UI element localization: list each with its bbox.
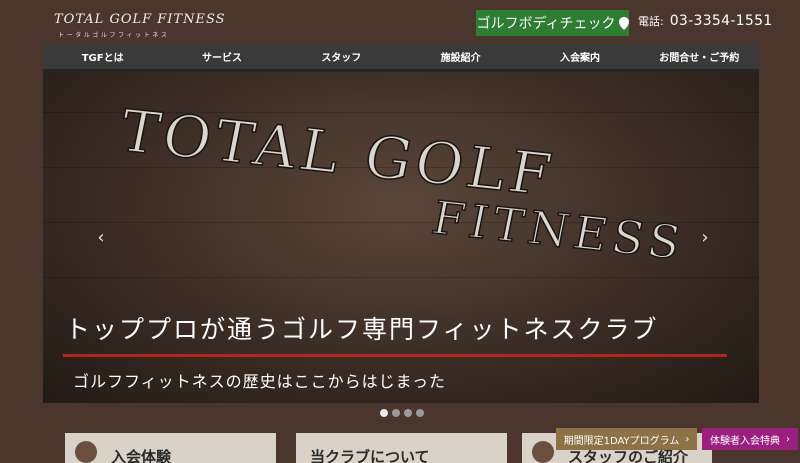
- nav-item-contact[interactable]: お問合せ・ご予約: [640, 44, 759, 69]
- slider-prev-icon[interactable]: ‹: [91, 227, 111, 248]
- trial-benefit-label: 体験者入会特典: [710, 435, 780, 447]
- nav-item-about[interactable]: TGFとは: [43, 44, 162, 69]
- slider-next-icon[interactable]: ›: [695, 227, 715, 248]
- nav-item-membership[interactable]: 入会案内: [520, 44, 639, 69]
- phone-label: 電話:: [638, 15, 664, 28]
- slider-pagination: [380, 409, 424, 417]
- person-photo: [532, 441, 554, 463]
- oneday-program-button[interactable]: 期間限定1DAYプログラム ›: [556, 428, 697, 450]
- phone-contact[interactable]: 電話: 03-3354-1551: [638, 13, 773, 29]
- logo-text: TOTAL GOLF FITNESS: [54, 12, 226, 27]
- card-about-club[interactable]: 当クラブについて: [296, 433, 507, 463]
- hero-divider: [63, 354, 727, 357]
- hero-subtitle: ゴルフフィットネスの歴史はここからはじまった: [73, 372, 447, 391]
- main-nav: TGFとは サービス スタッフ 施設紹介 入会案内 お問合せ・ご予約: [43, 44, 759, 72]
- slider-dot[interactable]: [404, 409, 412, 417]
- person-photo: [75, 441, 97, 463]
- golf-body-check-label: ゴルフボディチェック: [476, 16, 616, 32]
- chevron-right-icon: ›: [786, 433, 790, 445]
- site-logo[interactable]: TOTAL GOLF FITNESS トータルゴルフフィットネス: [54, 12, 225, 42]
- sign-line1: TOTAL GOLF: [121, 96, 554, 209]
- phone-number[interactable]: 03-3354-1551: [670, 13, 773, 29]
- slider-dot[interactable]: [380, 409, 388, 417]
- logo-subtext: トータルゴルフフィットネス: [58, 32, 170, 39]
- hero-title: トッププロが通うゴルフ専門フィットネスクラブ: [65, 315, 659, 344]
- card-about-label: 当クラブについて: [310, 448, 430, 463]
- oneday-program-label: 期間限定1DAYプログラム: [563, 435, 680, 447]
- chevron-right-icon: ›: [685, 433, 690, 445]
- slider-dot[interactable]: [392, 409, 400, 417]
- slider-dot[interactable]: [416, 409, 424, 417]
- card-trial[interactable]: 入会体験: [65, 433, 276, 463]
- hero-slider: TOTAL GOLF FITNESS ‹ › トッププロが通うゴルフ専門フィット…: [43, 72, 759, 403]
- golf-body-check-button[interactable]: ゴルフボディチェック: [476, 10, 629, 36]
- nav-item-staff[interactable]: スタッフ: [282, 44, 401, 69]
- card-trial-label: 入会体験: [111, 448, 172, 463]
- trial-benefit-button[interactable]: 体験者入会特典 ›: [702, 428, 798, 450]
- nav-item-service[interactable]: サービス: [162, 44, 281, 69]
- sign-line2: FITNESS: [432, 190, 685, 270]
- map-pin-icon: [618, 16, 629, 30]
- nav-item-facility[interactable]: 施設紹介: [401, 44, 520, 69]
